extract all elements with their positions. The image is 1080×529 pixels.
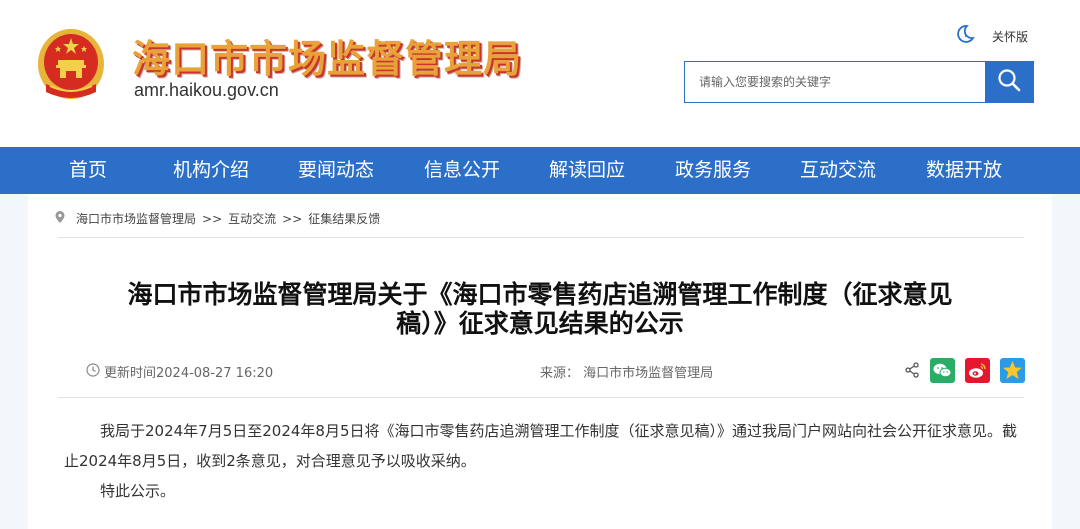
breadcrumb-item-home[interactable]: 海口市市场监督管理局 <box>76 210 196 227</box>
search-input[interactable] <box>685 62 985 102</box>
article-title: 海口市市场监督管理局关于《海口市零售药店追溯管理工作制度（征求意见 稿）》征求意… <box>58 280 1022 338</box>
breadcrumb-divider <box>58 237 1024 238</box>
qzone-icon[interactable] <box>1000 357 1025 383</box>
search-icon <box>996 67 1022 97</box>
update-time: 更新时间2024-08-27 16:20 <box>86 362 273 381</box>
breadcrumb-item-interaction[interactable]: 互动交流 <box>228 210 276 227</box>
search-button[interactable] <box>985 62 1033 102</box>
main-nav: 首页 机构介绍 要闻动态 信息公开 解读回应 政务服务 互动交流 数据开放 <box>0 147 1080 194</box>
article-paragraph: 我局于2024年7月5日至2024年8月5日将《海口市零售药店追溯管理工作制度（… <box>64 422 1018 470</box>
site-domain: amr.haikou.gov.cn <box>134 80 279 100</box>
location-pin-icon <box>54 210 76 227</box>
nav-item-news[interactable]: 要闻动态 <box>298 147 374 194</box>
breadcrumb-separator: >> <box>282 211 303 226</box>
site-header: 海口市市场监督管理局 amr.haikou.gov.cn 关怀版 <box>0 0 1080 147</box>
breadcrumb: 海口市市场监督管理局 >> 互动交流 >> 征集结果反馈 <box>54 210 380 227</box>
share-icon[interactable] <box>904 362 920 378</box>
clock-icon <box>86 362 104 381</box>
national-emblem-logo <box>36 26 106 102</box>
wechat-icon[interactable] <box>930 357 955 383</box>
nav-item-services[interactable]: 政务服务 <box>675 147 751 194</box>
article-meta: 更新时间2024-08-27 16:20 来源： 海口市市场监督管理局 <box>86 357 1025 384</box>
nav-item-about[interactable]: 机构介绍 <box>173 147 249 194</box>
search-box <box>684 61 1034 103</box>
moon-icon <box>954 23 976 49</box>
article-paragraph: 特此公示。 <box>100 482 176 500</box>
nav-item-interpret[interactable]: 解读回应 <box>549 147 625 194</box>
article-source: 来源： 海口市市场监督管理局 <box>540 366 714 381</box>
breadcrumb-separator: >> <box>202 211 223 226</box>
site-name: 海口市市场监督管理局 <box>132 37 523 81</box>
nav-item-disclosure[interactable]: 信息公开 <box>424 147 500 194</box>
share-bar <box>904 356 1035 384</box>
weibo-icon[interactable] <box>965 357 990 383</box>
nav-item-open-data[interactable]: 数据开放 <box>926 147 1002 194</box>
nav-item-home[interactable]: 首页 <box>69 147 107 194</box>
article-container: 海口市市场监督管理局 >> 互动交流 >> 征集结果反馈 海口市市场监督管理局关… <box>28 194 1052 529</box>
care-mode-toggle[interactable]: 关怀版 <box>954 24 1028 48</box>
article-body: 我局于2024年7月5日至2024年8月5日将《海口市零售药店追溯管理工作制度（… <box>64 416 1022 506</box>
care-mode-label: 关怀版 <box>992 29 1029 44</box>
meta-divider <box>58 397 1024 398</box>
breadcrumb-item-feedback[interactable]: 征集结果反馈 <box>308 210 380 227</box>
nav-item-interaction[interactable]: 互动交流 <box>800 147 876 194</box>
article-title-line2: 稿）》征求意见结果的公示 <box>396 309 684 338</box>
article-title-line1: 海口市市场监督管理局关于《海口市零售药店追溯管理工作制度（征求意见 <box>127 280 953 309</box>
update-time-text: 更新时间2024-08-27 16:20 <box>104 366 274 381</box>
